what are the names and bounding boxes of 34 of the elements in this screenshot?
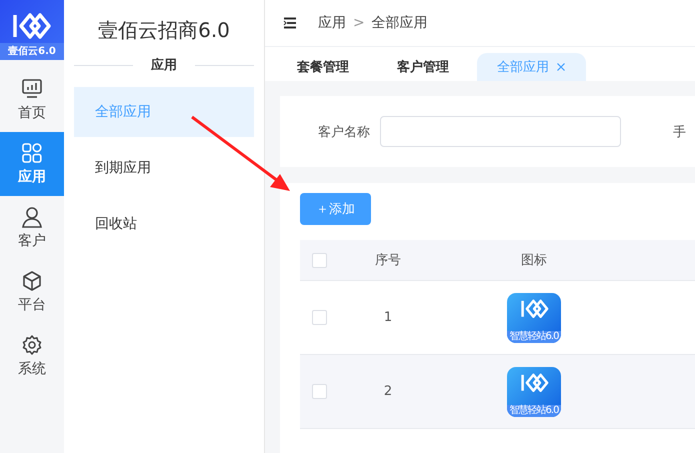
app-title: 壹佰云招商6.0 [97, 17, 231, 44]
logo-caption: 壹佰云6.0 [0, 43, 64, 60]
column-header: 图标 [521, 252, 547, 269]
menu-item[interactable]: 回收站 [74, 199, 254, 249]
gear-icon [21, 334, 43, 356]
person-icon [21, 206, 43, 228]
grid-icon [21, 142, 43, 164]
logo-icon [12, 11, 52, 41]
section-label: 应用 [150, 56, 178, 74]
input-field[interactable] [380, 116, 621, 147]
nav-item[interactable]: 客户 [0, 196, 64, 260]
nav-item[interactable]: 首页 [0, 68, 64, 132]
tab[interactable]: 套餐管理 [277, 53, 369, 81]
tab[interactable]: 客户管理 [377, 53, 469, 81]
table-cell: 1 [384, 310, 392, 325]
checkbox[interactable] [312, 384, 326, 399]
nav-item[interactable]: 系统 [0, 324, 64, 388]
menu-item[interactable]: 到期应用 [74, 143, 254, 193]
app-icon: 智慧轻站6.0 [507, 366, 561, 416]
breadcrumb-separator: > [353, 15, 365, 31]
nav-item[interactable]: 平台 [0, 260, 64, 324]
checkbox[interactable] [312, 310, 326, 325]
app-icon: 智慧轻站6.0 [507, 292, 561, 342]
table-cell: 2 [384, 384, 392, 399]
field-label: 客户名称 [318, 124, 370, 140]
cube-icon [21, 270, 43, 292]
breadcrumb-link[interactable]: 应用 [318, 14, 346, 32]
breadcrumb-link[interactable]: 全部应用 [372, 14, 428, 32]
monitor-icon [21, 78, 43, 100]
field-label: 手 [673, 124, 686, 140]
close-icon[interactable] [556, 62, 566, 72]
menu-icon [283, 17, 297, 29]
checkbox[interactable] [312, 252, 326, 268]
column-header: 序号 [375, 253, 401, 268]
